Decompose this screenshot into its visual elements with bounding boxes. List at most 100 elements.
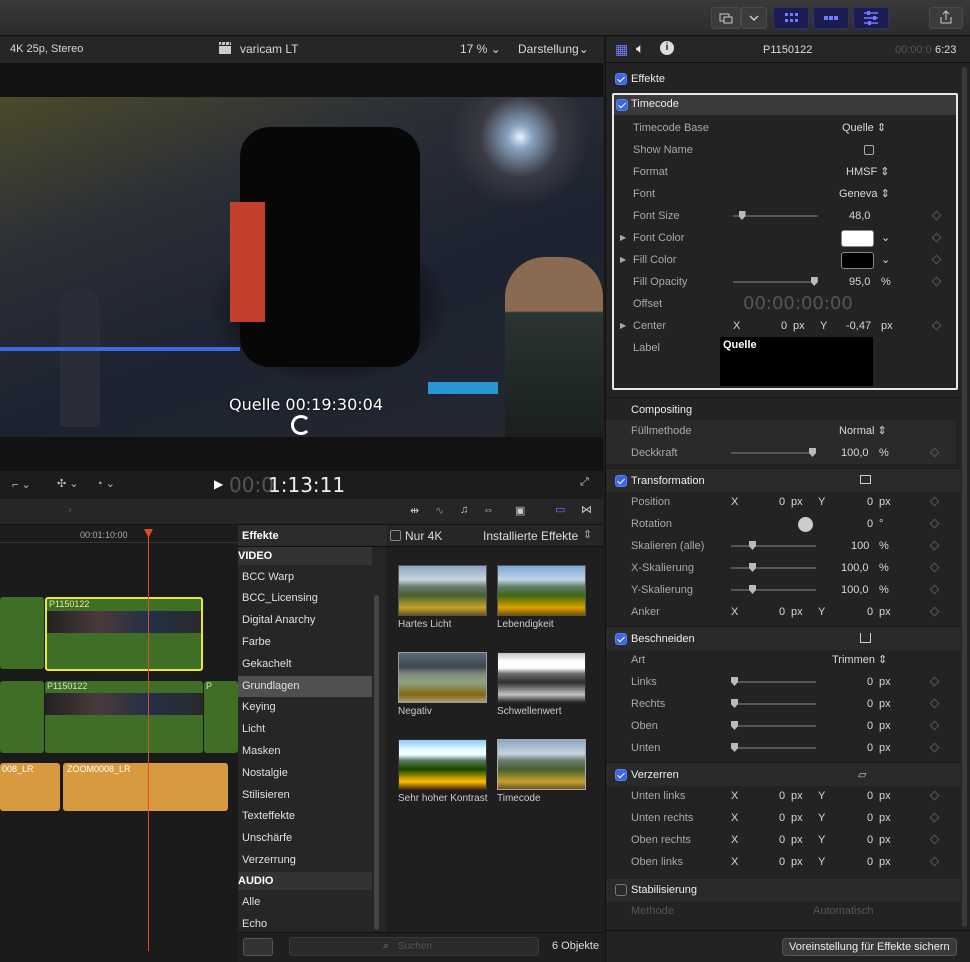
- distort-onscreen-icon[interactable]: ⏥: [858, 763, 866, 787]
- display-options-button[interactable]: [711, 7, 741, 29]
- fullscreen-icon[interactable]: ⤢: [580, 476, 589, 489]
- crop-menu-icon[interactable]: ⌐ ⌄: [12, 478, 31, 491]
- distort-br-x[interactable]: 0: [779, 807, 785, 829]
- speed-menu-icon[interactable]: ◔ ⌄: [96, 477, 115, 490]
- share-button[interactable]: [929, 7, 963, 29]
- rotation-dial[interactable]: [798, 517, 813, 532]
- opacity-slider[interactable]: [731, 448, 816, 457]
- scalex-value[interactable]: 100,0: [841, 557, 869, 579]
- timeline[interactable]: 00:01:10:00 P1150122 P1150122 P 008_LR Z…: [0, 525, 238, 962]
- category-item[interactable]: Licht: [242, 719, 372, 740]
- category-item[interactable]: BCC Warp: [242, 567, 372, 588]
- position-y-value[interactable]: 0: [867, 491, 873, 513]
- blend-select[interactable]: Normal ⇕: [839, 420, 887, 442]
- keyframe-icon[interactable]: [929, 720, 940, 731]
- keyframe-icon[interactable]: [929, 606, 940, 617]
- crop-type-select[interactable]: Trimmen ⇕: [832, 649, 887, 671]
- effects-checkbox[interactable]: [615, 73, 627, 85]
- chevron-down-icon[interactable]: ⌄: [881, 227, 890, 249]
- effect-thumb[interactable]: [398, 739, 487, 790]
- tc-offset-value[interactable]: 00:00:00:00: [743, 293, 853, 315]
- save-preset-button[interactable]: Voreinstellung für Effekte sichern: [782, 938, 957, 956]
- scale-value[interactable]: 100: [851, 535, 869, 557]
- crop-right-value[interactable]: 0: [867, 693, 873, 715]
- slider-knob[interactable]: [731, 699, 738, 708]
- scaley-slider[interactable]: [731, 585, 816, 594]
- installed-effects-menu[interactable]: Installierte Effekte: [483, 529, 578, 543]
- center-y-value[interactable]: -0,47: [846, 315, 871, 337]
- skimming-icon[interactable]: ⇹: [410, 504, 419, 517]
- category-item[interactable]: Farbe: [242, 632, 372, 653]
- keyframe-icon[interactable]: [929, 518, 940, 529]
- category-item[interactable]: Nostalgie: [242, 763, 372, 784]
- keyframe-icon[interactable]: [931, 320, 942, 331]
- show-name-checkbox[interactable]: [864, 145, 874, 155]
- position-x-value[interactable]: 0: [779, 491, 785, 513]
- slider-knob[interactable]: [810, 277, 818, 286]
- keyframe-icon[interactable]: [931, 232, 942, 243]
- scalex-slider[interactable]: [731, 563, 816, 572]
- rotation-value[interactable]: 0: [867, 513, 873, 535]
- keyframe-icon[interactable]: [931, 210, 942, 221]
- crop-top-slider[interactable]: [731, 721, 816, 730]
- distort-bl-y[interactable]: 0: [867, 785, 873, 807]
- tc-fontsize-value[interactable]: 48,0: [849, 205, 870, 227]
- fillopacity-slider[interactable]: [733, 277, 818, 286]
- play-button[interactable]: ▶: [214, 477, 223, 491]
- tc-label-field[interactable]: Quelle: [720, 337, 873, 386]
- keyframe-icon[interactable]: [929, 676, 940, 687]
- effects-browser-icon[interactable]: ▣: [515, 504, 525, 517]
- distort-tl-x[interactable]: 0: [779, 851, 785, 873]
- crop-top-value[interactable]: 0: [867, 715, 873, 737]
- crop-bottom-value[interactable]: 0: [867, 737, 873, 759]
- category-item[interactable]: Gekachelt: [242, 654, 372, 675]
- distort-br-y[interactable]: 0: [867, 807, 873, 829]
- search-input[interactable]: ⌕ Suchen: [289, 937, 539, 956]
- crop-onscreen-icon[interactable]: [860, 633, 871, 643]
- slider-knob[interactable]: [731, 721, 738, 730]
- category-item[interactable]: Unschärfe: [242, 828, 372, 849]
- keyframe-icon[interactable]: [929, 447, 940, 458]
- effect-thumb-selected[interactable]: [497, 739, 586, 790]
- keyframe-icon[interactable]: [929, 812, 940, 823]
- transitions-icon[interactable]: ⋈: [581, 503, 592, 516]
- timeline-toggle-button[interactable]: [813, 7, 849, 29]
- font-color-swatch[interactable]: [841, 230, 874, 247]
- effect-thumb[interactable]: [398, 565, 487, 616]
- anchor-x-value[interactable]: 0: [779, 601, 785, 623]
- center-handle[interactable]: [291, 415, 311, 435]
- slider-knob[interactable]: [731, 743, 738, 752]
- stabilize-checkbox[interactable]: [615, 884, 627, 896]
- opacity-value[interactable]: 100,0: [841, 442, 869, 464]
- keyframe-icon[interactable]: [929, 698, 940, 709]
- keyframe-icon[interactable]: [931, 276, 942, 287]
- keyframe-icon[interactable]: [929, 496, 940, 507]
- headphones-icon[interactable]: ♫: [460, 504, 468, 516]
- keyframe-icon[interactable]: [931, 254, 942, 265]
- clip-appearance-icon[interactable]: ▭: [555, 503, 565, 516]
- audio-skim-icon[interactable]: ∿: [435, 504, 444, 517]
- keyframe-icon[interactable]: [929, 562, 940, 573]
- display-menu-button[interactable]: [741, 7, 767, 29]
- scale-slider[interactable]: [731, 541, 816, 550]
- playhead[interactable]: [148, 531, 149, 951]
- slider-knob[interactable]: [809, 448, 816, 457]
- sidebar-toggle-button[interactable]: [243, 938, 273, 956]
- tc-format-select[interactable]: HMSF ⇕: [846, 161, 889, 183]
- transform-checkbox[interactable]: [615, 475, 627, 487]
- crop-right-slider[interactable]: [731, 699, 816, 708]
- keyframe-icon[interactable]: [929, 742, 940, 753]
- video-inspector-icon[interactable]: ▦: [615, 41, 628, 58]
- chevron-down-icon[interactable]: ⌄: [881, 249, 890, 271]
- crop-checkbox[interactable]: [615, 633, 627, 645]
- disclosure-icon[interactable]: ▶: [620, 227, 626, 249]
- transform-onscreen-icon[interactable]: [860, 475, 871, 484]
- viewer[interactable]: Quelle 00:19:30:04: [0, 63, 603, 471]
- category-item[interactable]: Alle: [242, 892, 372, 913]
- keyframe-icon[interactable]: [929, 790, 940, 801]
- audio-clip[interactable]: 008_LR: [0, 763, 60, 811]
- browser-toggle-button[interactable]: [773, 7, 809, 29]
- distort-tl-y[interactable]: 0: [867, 851, 873, 873]
- video-clip[interactable]: P1150122: [45, 681, 203, 753]
- keyframe-icon[interactable]: [929, 584, 940, 595]
